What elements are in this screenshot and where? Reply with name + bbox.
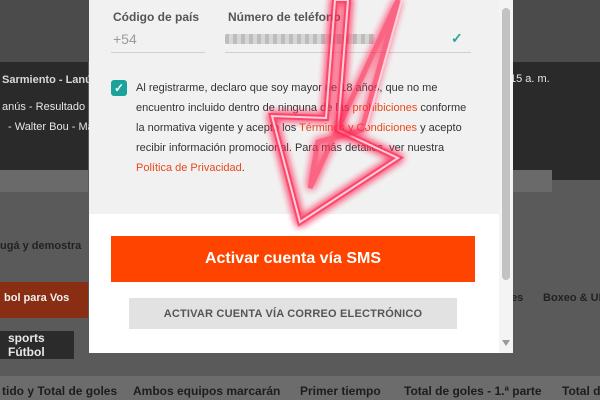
activate-sms-button[interactable]: Activar cuenta vía SMS	[111, 236, 475, 282]
legal-part-4: .	[241, 162, 245, 174]
chevron-down-icon[interactable]	[502, 340, 510, 346]
country-code-label: Código de país	[113, 10, 200, 24]
scroll-thumb[interactable]	[502, 8, 510, 280]
modal-actions-area	[89, 214, 499, 353]
bg-tab-4: Total de goles - 1.ª parte	[404, 384, 542, 398]
bg-button-right	[512, 170, 552, 192]
terms-checkbox[interactable]: ✓	[111, 80, 127, 96]
modal-form-area: Código de país Número de teléfono +54 ✓ …	[89, 0, 499, 214]
activate-email-button[interactable]: ACTIVAR CUENTA VÍA CORREO ELECTRÓNICO	[129, 298, 457, 329]
bg-match-title: Sarmiento - Lanús	[2, 74, 98, 86]
legal-text: Al registrarme, declaro que soy mayor de…	[136, 78, 476, 178]
bg-menu-boxeo: Boxeo & UF	[543, 292, 600, 304]
bg-search-input: sports Fútbol	[0, 331, 74, 359]
check-icon: ✓	[451, 30, 463, 46]
bg-match-subtitle: anús - Resultado F	[2, 101, 95, 113]
bg-promo-text: ugá y demostra	[0, 240, 82, 252]
bg-tab-1: tido y Total de goles	[2, 384, 118, 398]
bg-menu-item: bol para Vos	[4, 292, 70, 304]
bg-tab-2: Ambos equipos marcarán	[133, 384, 281, 398]
terms-link[interactable]: Términos y Condiciones	[299, 122, 417, 134]
bg-tab-5: Total d	[562, 384, 600, 398]
prohibiciones-link[interactable]: prohibiciones	[353, 102, 418, 114]
privacy-link[interactable]: Política de Privacidad	[136, 162, 242, 174]
bg-match-time: 15 a. m.	[510, 73, 550, 85]
modal-scrollbar[interactable]	[499, 0, 513, 353]
bg-tab-3: Primer tiempo	[300, 384, 381, 398]
register-modal: Código de país Número de teléfono +54 ✓ …	[89, 0, 513, 353]
bg-search-value: sports Fútbol	[8, 331, 45, 359]
country-code-input[interactable]: +54	[113, 31, 137, 47]
phone-label: Número de teléfono	[228, 10, 341, 24]
phone-input[interactable]	[225, 34, 375, 44]
country-code-underline	[111, 52, 205, 53]
bg-button-left	[0, 170, 88, 192]
phone-underline	[225, 52, 471, 53]
bg-match-players: - Walter Bou - Ma	[8, 121, 94, 133]
